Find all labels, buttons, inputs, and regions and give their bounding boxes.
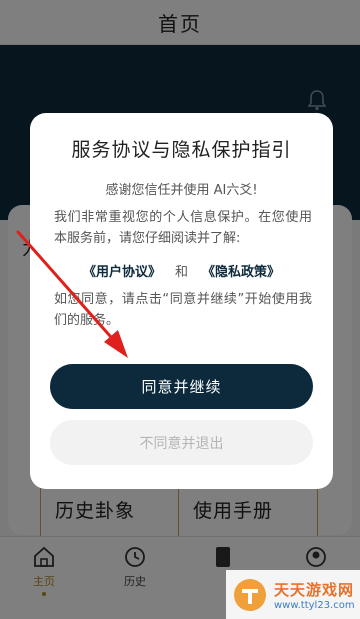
privacy-dialog: 服务协议与隐私保护指引 感谢您信任并使用 AI六爻! 我们非常重视您的个人信息保… (30, 113, 333, 489)
watermark-url: www.ttyl23.com (274, 599, 355, 611)
user-agreement-link[interactable]: 《用户协议》 (83, 265, 161, 280)
dialog-footer-text: 如您同意，请点击“同意并继续”开始使用我们的服务。 (54, 292, 312, 328)
dialog-links: 《用户协议》和《隐私政策》 (30, 261, 333, 280)
site-watermark: 天天游戏网 www.ttyl23.com (226, 570, 360, 619)
dialog-thanks-text: 感谢您信任并使用 AI六爻! (105, 183, 258, 198)
disagree-exit-button[interactable]: 不同意并退出 (50, 420, 313, 465)
dialog-body-text: 我们非常重视您的个人信息保护。在您使用本服务前，请您仔细阅读并了解: (54, 210, 312, 246)
agree-continue-button[interactable]: 同意并继续 (50, 364, 313, 409)
watermark-name: 天天游戏网 (274, 580, 355, 599)
watermark-text: 天天游戏网 www.ttyl23.com (274, 579, 355, 611)
dialog-title: 服务协议与隐私保护指引 (71, 139, 292, 161)
and-text: 和 (174, 265, 188, 280)
watermark-logo-icon (234, 578, 266, 611)
privacy-policy-link[interactable]: 《隐私政策》 (202, 265, 280, 280)
